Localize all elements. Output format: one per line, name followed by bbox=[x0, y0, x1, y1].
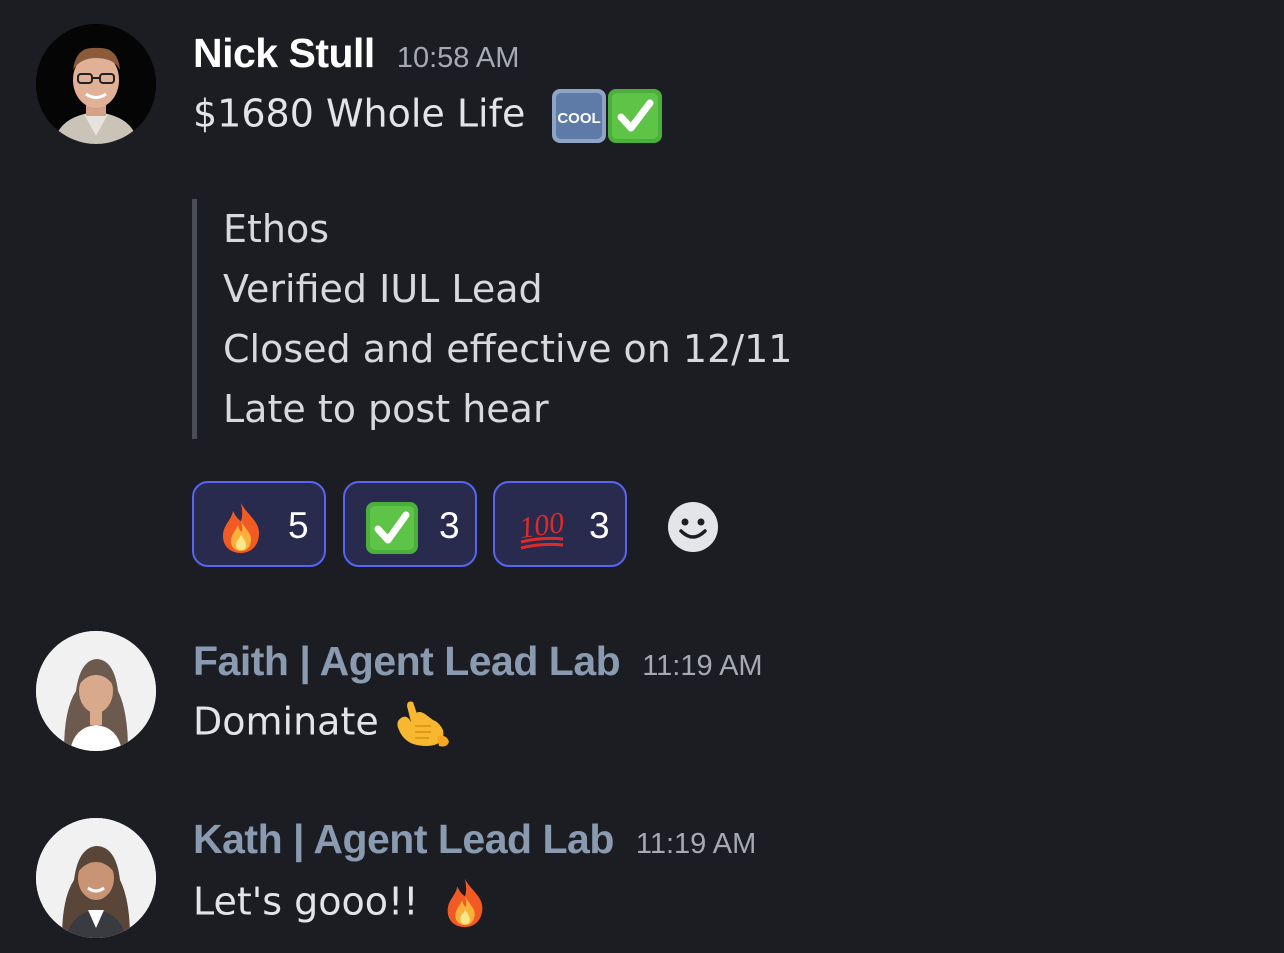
chat-window: Nick Stull 10:58 AM $1680 Whole Life COOL… bbox=[0, 0, 1284, 953]
reaction-check-mark[interactable]: 3 bbox=[343, 481, 477, 567]
fire-icon bbox=[439, 876, 491, 932]
avatar-nick-stull[interactable] bbox=[36, 24, 156, 144]
quote-line: Verified IUL Lead bbox=[223, 267, 543, 311]
quote-line: Late to post hear bbox=[223, 387, 549, 431]
reaction-fire[interactable]: 5 bbox=[192, 481, 326, 567]
quote-line: Ethos bbox=[223, 207, 330, 251]
message-header: Faith | Agent Lead Lab 11:19 AM bbox=[193, 638, 763, 685]
cool-icon: COOL bbox=[551, 88, 607, 144]
message-content: $1680 Whole Life COOL bbox=[193, 88, 663, 144]
check-mark-icon bbox=[365, 501, 419, 555]
avatar-faith[interactable] bbox=[36, 631, 156, 751]
message-text: Dominate bbox=[193, 699, 379, 744]
author-name[interactable]: Kath | Agent Lead Lab bbox=[193, 816, 614, 862]
quote-line: Closed and effective on 12/11 bbox=[223, 327, 793, 371]
fire-icon bbox=[214, 501, 268, 555]
reaction-hundred-points[interactable]: 100 3 bbox=[493, 481, 627, 567]
reaction-count: 5 bbox=[288, 505, 309, 546]
check-mark-icon bbox=[607, 88, 663, 144]
add-reaction-icon[interactable] bbox=[667, 501, 719, 553]
avatar-kath[interactable] bbox=[36, 818, 156, 938]
author-name[interactable]: Faith | Agent Lead Lab bbox=[193, 638, 621, 684]
message-header: Nick Stull 10:58 AM bbox=[193, 30, 519, 77]
hundred-points-icon: 100 bbox=[515, 501, 569, 555]
timestamp[interactable]: 10:58 AM bbox=[397, 42, 520, 74]
message-header: Kath | Agent Lead Lab 11:19 AM bbox=[193, 816, 756, 863]
timestamp[interactable]: 11:19 AM bbox=[642, 650, 762, 682]
message-content: Let's gooo!! bbox=[193, 876, 491, 932]
message-text: $1680 Whole Life bbox=[193, 91, 526, 136]
blockquote: Ethos Verified IUL Lead Closed and effec… bbox=[192, 199, 792, 439]
message-text: Let's gooo!! bbox=[193, 879, 419, 924]
message-content: Dominate bbox=[193, 696, 451, 752]
author-name[interactable]: Nick Stull bbox=[193, 30, 375, 76]
timestamp[interactable]: 11:19 AM bbox=[636, 828, 756, 860]
reaction-count: 3 bbox=[589, 505, 610, 546]
reaction-count: 3 bbox=[439, 505, 460, 546]
cool-label: COOL bbox=[558, 110, 601, 127]
call-me-hand-icon bbox=[391, 696, 451, 752]
